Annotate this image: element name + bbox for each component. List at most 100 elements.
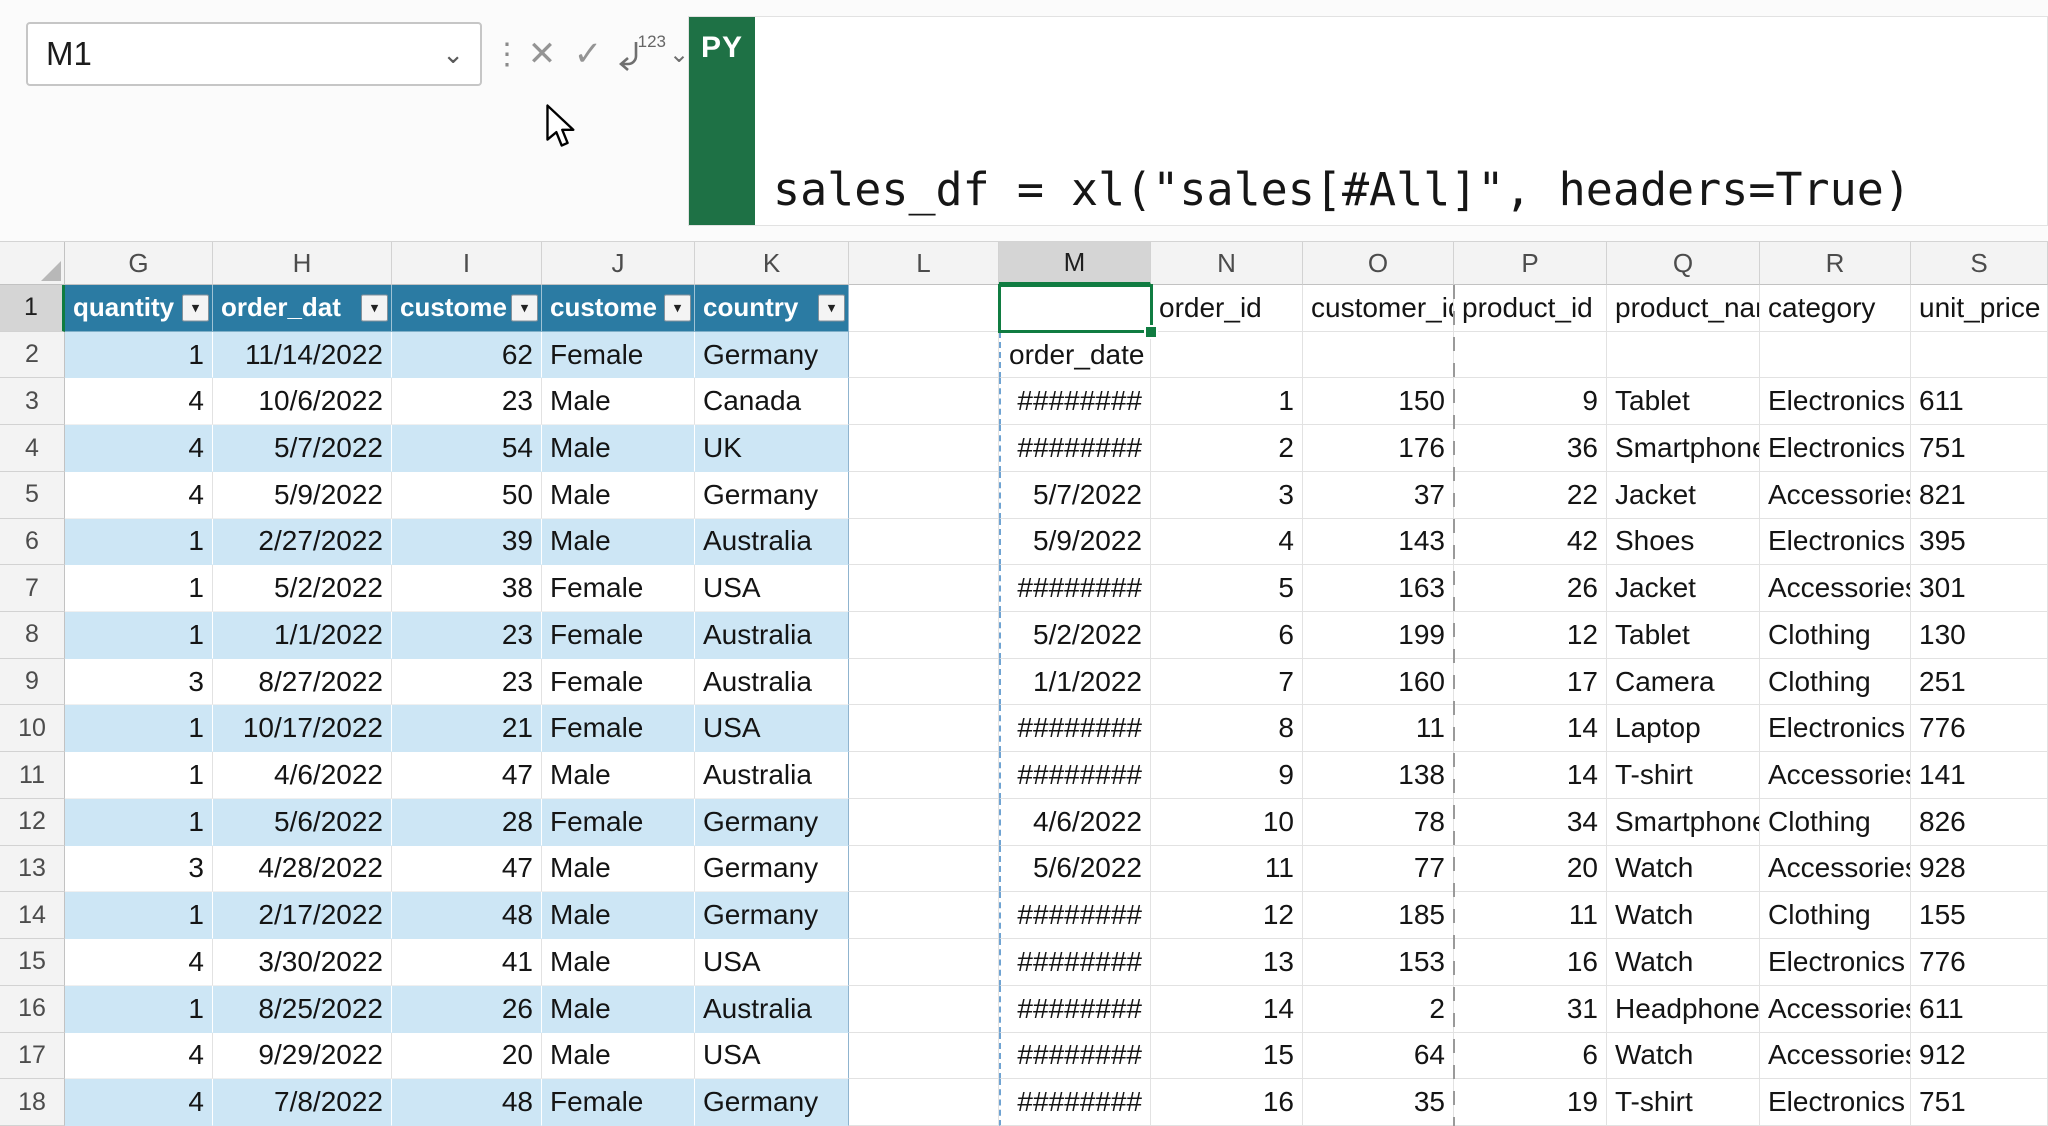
- cell-Q4[interactable]: Smartphone: [1607, 425, 1760, 472]
- cell-N11[interactable]: 9: [1151, 752, 1303, 799]
- row-header-18[interactable]: 18: [0, 1079, 65, 1126]
- row-header-9[interactable]: 9: [0, 659, 65, 706]
- cell-P18[interactable]: 19: [1454, 1079, 1607, 1126]
- cell-J11[interactable]: Male: [542, 752, 695, 799]
- cell-I1[interactable]: custome▾: [392, 285, 542, 332]
- cell-J17[interactable]: Male: [542, 1033, 695, 1080]
- cell-O15[interactable]: 153: [1303, 939, 1454, 986]
- cell-M5[interactable]: 5/7/2022: [999, 472, 1151, 519]
- column-header-N[interactable]: N: [1151, 242, 1303, 285]
- cell-L7[interactable]: [849, 565, 999, 612]
- cell-I2[interactable]: 62: [392, 332, 542, 379]
- cell-Q3[interactable]: Tablet: [1607, 378, 1760, 425]
- cell-K8[interactable]: Australia: [695, 612, 849, 659]
- cell-G5[interactable]: 4: [65, 472, 213, 519]
- cell-R9[interactable]: Clothing: [1760, 659, 1911, 706]
- cell-K15[interactable]: USA: [695, 939, 849, 986]
- cell-Q10[interactable]: Laptop: [1607, 705, 1760, 752]
- cell-O1[interactable]: customer_id: [1303, 285, 1454, 332]
- row-header-14[interactable]: 14: [0, 892, 65, 939]
- formula-bar[interactable]: PY sales_df = xl("sales[#All]", headers=…: [688, 16, 2048, 226]
- cell-P14[interactable]: 11: [1454, 892, 1607, 939]
- cell-N14[interactable]: 12: [1151, 892, 1303, 939]
- cell-I7[interactable]: 38: [392, 565, 542, 612]
- cell-O13[interactable]: 77: [1303, 846, 1454, 893]
- cell-L15[interactable]: [849, 939, 999, 986]
- cell-P4[interactable]: 36: [1454, 425, 1607, 472]
- cell-Q11[interactable]: T-shirt: [1607, 752, 1760, 799]
- cell-O12[interactable]: 78: [1303, 799, 1454, 846]
- cell-R3[interactable]: Electronics: [1760, 378, 1911, 425]
- cell-S2[interactable]: [1911, 332, 2048, 379]
- cell-S12[interactable]: 826: [1911, 799, 2048, 846]
- cell-H18[interactable]: 7/8/2022: [213, 1079, 392, 1126]
- cell-I12[interactable]: 28: [392, 799, 542, 846]
- filter-button[interactable]: ▾: [182, 294, 209, 321]
- cell-N7[interactable]: 5: [1151, 565, 1303, 612]
- cell-J10[interactable]: Female: [542, 705, 695, 752]
- cell-H13[interactable]: 4/28/2022: [213, 846, 392, 893]
- cell-K12[interactable]: Germany: [695, 799, 849, 846]
- cell-M16[interactable]: ########: [999, 986, 1151, 1033]
- cell-G2[interactable]: 1: [65, 332, 213, 379]
- column-header-K[interactable]: K: [695, 242, 849, 285]
- cell-R17[interactable]: Accessories: [1760, 1033, 1911, 1080]
- cell-N13[interactable]: 11: [1151, 846, 1303, 893]
- cell-H3[interactable]: 10/6/2022: [213, 378, 392, 425]
- cell-I8[interactable]: 23: [392, 612, 542, 659]
- cell-K13[interactable]: Germany: [695, 846, 849, 893]
- column-header-Q[interactable]: Q: [1607, 242, 1760, 285]
- cell-S15[interactable]: 776: [1911, 939, 2048, 986]
- column-header-J[interactable]: J: [542, 242, 695, 285]
- cell-L9[interactable]: [849, 659, 999, 706]
- cell-R16[interactable]: Accessories: [1760, 986, 1911, 1033]
- cell-J15[interactable]: Male: [542, 939, 695, 986]
- cell-N9[interactable]: 7: [1151, 659, 1303, 706]
- row-header-16[interactable]: 16: [0, 986, 65, 1033]
- cell-J14[interactable]: Male: [542, 892, 695, 939]
- cell-Q8[interactable]: Tablet: [1607, 612, 1760, 659]
- cell-M15[interactable]: ########: [999, 939, 1151, 986]
- cell-S14[interactable]: 155: [1911, 892, 2048, 939]
- cell-P13[interactable]: 20: [1454, 846, 1607, 893]
- cell-L14[interactable]: [849, 892, 999, 939]
- cell-R13[interactable]: Accessories: [1760, 846, 1911, 893]
- cell-Q1[interactable]: product_name: [1607, 285, 1760, 332]
- chevron-down-icon[interactable]: ⌄: [442, 39, 480, 70]
- cell-L11[interactable]: [849, 752, 999, 799]
- cell-O7[interactable]: 163: [1303, 565, 1454, 612]
- cell-P10[interactable]: 14: [1454, 705, 1607, 752]
- cell-G11[interactable]: 1: [65, 752, 213, 799]
- cell-L5[interactable]: [849, 472, 999, 519]
- cell-H17[interactable]: 9/29/2022: [213, 1033, 392, 1080]
- row-header-8[interactable]: 8: [0, 612, 65, 659]
- row-header-10[interactable]: 10: [0, 705, 65, 752]
- cell-S9[interactable]: 251: [1911, 659, 2048, 706]
- cell-K9[interactable]: Australia: [695, 659, 849, 706]
- cell-P9[interactable]: 17: [1454, 659, 1607, 706]
- cell-P15[interactable]: 16: [1454, 939, 1607, 986]
- cell-M11[interactable]: ########: [999, 752, 1151, 799]
- cell-N1[interactable]: order_id: [1151, 285, 1303, 332]
- cell-I4[interactable]: 54: [392, 425, 542, 472]
- cell-M9[interactable]: 1/1/2022: [999, 659, 1151, 706]
- enter-button[interactable]: ✓: [566, 22, 610, 86]
- cell-M12[interactable]: 4/6/2022: [999, 799, 1151, 846]
- cell-H6[interactable]: 2/27/2022: [213, 519, 392, 566]
- cell-I10[interactable]: 21: [392, 705, 542, 752]
- cell-M4[interactable]: ########: [999, 425, 1151, 472]
- cell-M10[interactable]: ########: [999, 705, 1151, 752]
- cell-I5[interactable]: 50: [392, 472, 542, 519]
- cell-O11[interactable]: 138: [1303, 752, 1454, 799]
- row-header-7[interactable]: 7: [0, 565, 65, 612]
- cell-O16[interactable]: 2: [1303, 986, 1454, 1033]
- cell-J4[interactable]: Male: [542, 425, 695, 472]
- cell-O2[interactable]: [1303, 332, 1454, 379]
- cell-H4[interactable]: 5/7/2022: [213, 425, 392, 472]
- cell-P12[interactable]: 34: [1454, 799, 1607, 846]
- cell-K17[interactable]: USA: [695, 1033, 849, 1080]
- cell-M2[interactable]: order_date: [999, 332, 1151, 379]
- cell-I16[interactable]: 26: [392, 986, 542, 1033]
- cell-I3[interactable]: 23: [392, 378, 542, 425]
- cell-S17[interactable]: 912: [1911, 1033, 2048, 1080]
